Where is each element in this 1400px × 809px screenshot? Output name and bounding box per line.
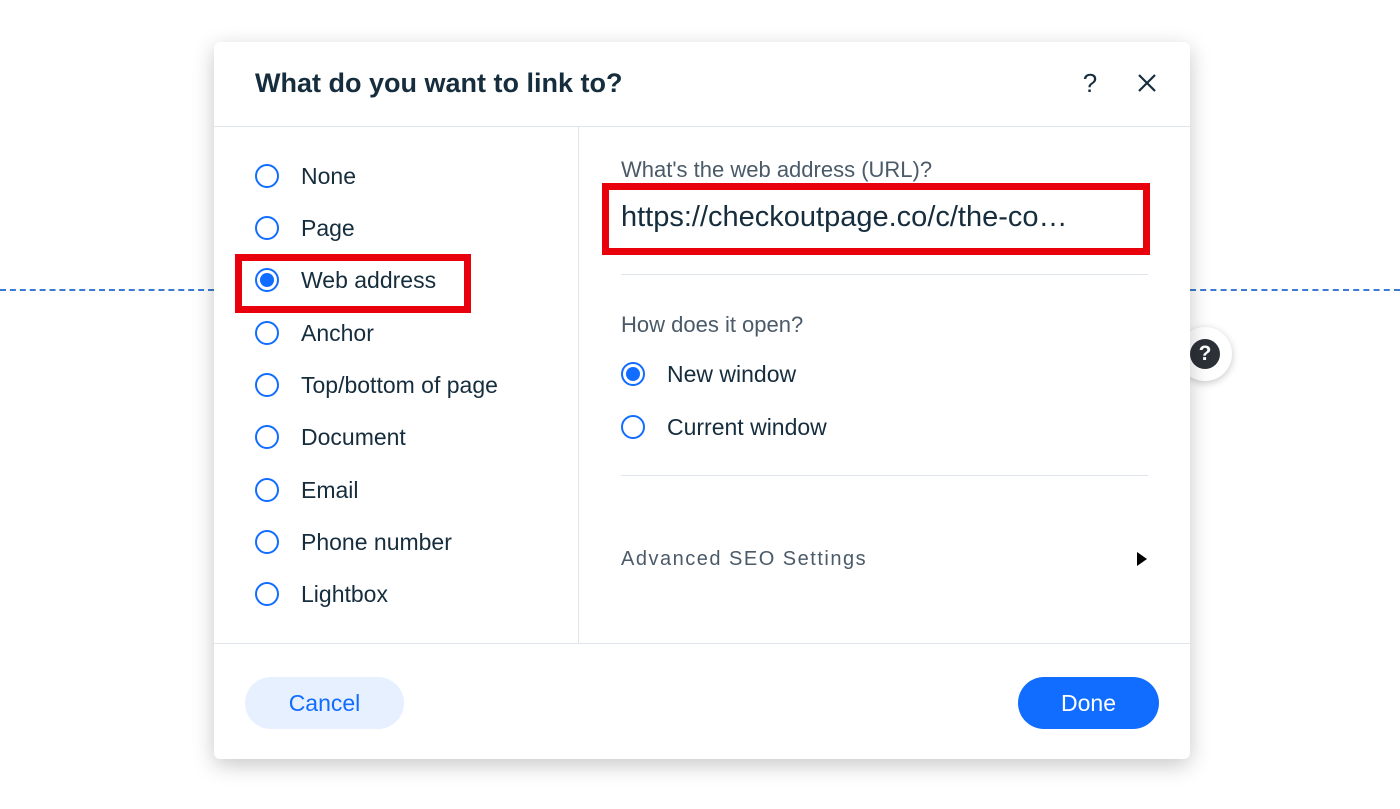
web-address-highlight-box [235, 254, 471, 313]
dialog-footer: Cancel Done [214, 643, 1190, 760]
cancel-button[interactable]: Cancel [245, 677, 404, 729]
link-type-document[interactable]: Document [255, 420, 406, 454]
guide-line-left [0, 289, 214, 291]
link-type-phone[interactable]: Phone number [255, 525, 452, 559]
question-mark-icon: ? [1082, 67, 1098, 98]
link-type-label: Email [301, 476, 359, 503]
link-type-page[interactable]: Page [255, 211, 355, 245]
link-type-none[interactable]: None [255, 159, 356, 193]
link-type-list: None Page Web address Anchor Top/bottom … [214, 127, 579, 643]
link-type-label: None [301, 162, 356, 189]
radio-button-checked[interactable] [621, 362, 645, 386]
close-button[interactable] [1130, 66, 1164, 100]
url-highlight-box [602, 183, 1150, 255]
advanced-seo-label: Advanced SEO Settings [621, 547, 868, 570]
help-button[interactable]: ? [1073, 66, 1107, 100]
link-type-anchor[interactable]: Anchor [255, 316, 374, 350]
link-type-label: Document [301, 423, 406, 450]
link-type-label: Phone number [301, 528, 452, 555]
link-type-top-bottom[interactable]: Top/bottom of page [255, 368, 498, 402]
link-type-label: Top/bottom of page [301, 371, 498, 398]
radio-button[interactable] [255, 425, 279, 449]
dialog-title: What do you want to link to? [255, 68, 623, 98]
advanced-seo-settings-toggle[interactable]: Advanced SEO Settings [621, 539, 1148, 579]
open-current-window[interactable]: Current window [621, 410, 827, 444]
radio-button[interactable] [255, 321, 279, 345]
done-button[interactable]: Done [1018, 677, 1159, 729]
open-new-window[interactable]: New window [621, 357, 796, 391]
link-type-label: Lightbox [301, 580, 388, 607]
triangle-right-icon [1137, 552, 1147, 566]
open-option-label: New window [667, 360, 797, 387]
radio-button[interactable] [255, 216, 279, 240]
guide-line-right [1190, 289, 1400, 291]
open-mode-label: How does it open? [621, 312, 804, 337]
link-type-label: Page [301, 214, 355, 241]
divider [621, 475, 1148, 476]
link-dialog: What do you want to link to? ? None Page… [214, 42, 1190, 759]
open-option-label: Current window [667, 413, 827, 440]
radio-button[interactable] [255, 582, 279, 606]
radio-button[interactable] [255, 373, 279, 397]
divider [621, 274, 1148, 275]
radio-button[interactable] [255, 478, 279, 502]
dialog-header: What do you want to link to? ? [214, 42, 1190, 127]
radio-button[interactable] [255, 530, 279, 554]
radio-button[interactable] [255, 164, 279, 188]
close-icon [1138, 74, 1156, 92]
web-address-settings: What's the web address (URL)? How does i… [579, 127, 1190, 643]
link-type-label: Anchor [301, 319, 374, 346]
radio-button[interactable] [621, 415, 645, 439]
link-type-email[interactable]: Email [255, 473, 359, 507]
link-type-lightbox[interactable]: Lightbox [255, 577, 388, 611]
help-circle-icon: ? [1190, 339, 1220, 369]
url-field-label: What's the web address (URL)? [621, 157, 933, 182]
